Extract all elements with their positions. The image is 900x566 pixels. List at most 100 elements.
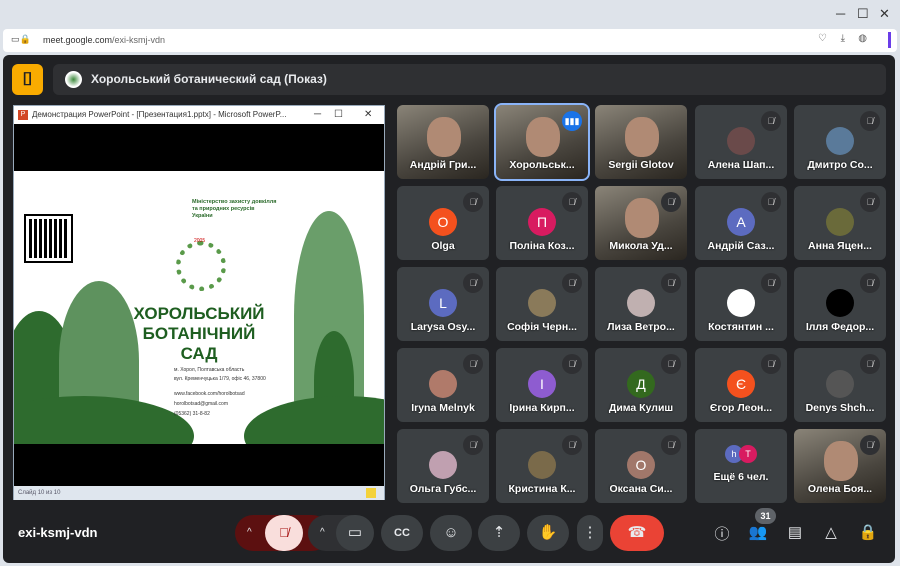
- end-call-button[interactable]: ☎: [610, 515, 664, 551]
- profile-indicator: [888, 32, 891, 48]
- participant-tile[interactable]: Андрій Гри...: [397, 105, 489, 179]
- close-window-button[interactable]: ✕: [879, 6, 890, 22]
- participant-video: [526, 117, 560, 157]
- avatar: [429, 451, 457, 479]
- hill-left: [14, 396, 194, 444]
- microphone-button[interactable]: 🎙̸: [265, 515, 303, 551]
- info-icon[interactable]: ⓘ: [712, 523, 732, 544]
- mic-muted-icon: 🎙̸: [761, 111, 781, 131]
- participant-name: Оксана Си...: [609, 483, 673, 495]
- address-line: м. Хорол, Полтавська область: [174, 367, 245, 373]
- participant-tile[interactable]: L 🎙̸ Larysa Osy...: [397, 267, 489, 341]
- mic-muted-icon: 🎙̸: [562, 435, 582, 455]
- activities-icon[interactable]: △: [821, 523, 841, 541]
- raise-hand-button[interactable]: ✋: [527, 515, 569, 551]
- mic-muted-icon: 🎙̸: [860, 435, 880, 455]
- participant-video: [625, 117, 659, 157]
- leave-door-button[interactable]: ⌷: [12, 64, 43, 95]
- participant-tile[interactable]: 🎙̸ Лиза Ветро...: [595, 267, 687, 341]
- mic-muted-icon: 🎙̸: [562, 192, 582, 212]
- participant-tile[interactable]: 🎙̸ Софія Черн...: [496, 267, 588, 341]
- presentation-window[interactable]: P Демонстрация PowerPoint - [Презентация…: [13, 105, 385, 500]
- avatar: [826, 289, 854, 317]
- participant-name: Лиза Ветро...: [607, 321, 675, 333]
- participant-name: Iryna Melnyk: [411, 402, 475, 414]
- more-vert-icon: ⋮: [582, 524, 598, 541]
- participant-name: Хорольськ...: [509, 159, 575, 171]
- avatar: [627, 289, 655, 317]
- download-icon[interactable]: ⤓: [841, 33, 845, 44]
- participant-tile[interactable]: 🎙̸ Iryna Melnyk: [397, 348, 489, 422]
- participant-name: Кристина К...: [508, 483, 576, 495]
- camera-icon: ▭: [347, 524, 363, 541]
- bookmark-icon[interactable]: ♡: [818, 33, 827, 44]
- address-bar[interactable]: ▭🔒 meet.google.com/exi-ksmj-vdn ♡ ⤓ ◍: [3, 29, 897, 52]
- participant-video: [427, 117, 461, 157]
- url-text: meet.google.com/exi-ksmj-vdn: [43, 35, 166, 45]
- captions-button[interactable]: CC: [381, 515, 423, 551]
- participant-tile[interactable]: 🎙̸ Микола Уд...: [595, 186, 687, 260]
- avatar: [528, 289, 556, 317]
- more-options-button[interactable]: ⋮: [577, 515, 603, 551]
- mic-muted-icon: 🎙̸: [661, 192, 681, 212]
- participant-tile[interactable]: П 🎙̸ Поліна Коз...: [496, 186, 588, 260]
- speaking-indicator-icon: ▮▮▮: [562, 111, 582, 131]
- emoji-button[interactable]: ☺: [430, 515, 472, 551]
- people-icon[interactable]: 👥: [748, 523, 768, 541]
- participant-tile[interactable]: 🎙̸ Анна Яцен...: [794, 186, 886, 260]
- ministry-text: Міністерство захисту довкілля та природни…: [192, 199, 277, 219]
- facebook-link: www.facebook.com/horolbotsad: [174, 391, 245, 397]
- avatar: Д: [627, 370, 655, 398]
- avatar: O: [429, 208, 457, 236]
- maximize-button[interactable]: ☐: [857, 6, 869, 22]
- meeting-title-bar: Хорольський ботаничеcкий сад (Показ): [53, 64, 886, 95]
- participant-tile[interactable]: 🎙̸ Ілля Федор...: [794, 267, 886, 341]
- avatar: [429, 370, 457, 398]
- mic-muted-icon: 🎙̸: [463, 273, 483, 293]
- chat-icon[interactable]: ▤: [785, 523, 805, 541]
- participant-name: Андрій Гри...: [409, 159, 477, 171]
- participant-name: Ещё 6 чел.: [713, 471, 769, 483]
- participant-tile[interactable]: A 🎙̸ Андрій Саз...: [695, 186, 787, 260]
- mic-muted-icon: 🎙̸: [562, 354, 582, 374]
- participant-tile[interactable]: Д 🎙̸ Дима Кулиш: [595, 348, 687, 422]
- mic-muted-icon: 🎙̸: [661, 435, 681, 455]
- mic-muted-icon: 🎙̸: [860, 192, 880, 212]
- window-title: Демонстрация PowerPoint - [Презентация1.…: [32, 110, 287, 119]
- participant-tile[interactable]: O 🎙̸ Оксана Си...: [595, 429, 687, 503]
- present-screen-icon: ⇡: [492, 524, 506, 541]
- participant-tile[interactable]: Є 🎙̸ Єгор Леон...: [695, 348, 787, 422]
- garden-logo-icon: [65, 71, 82, 88]
- participant-tile[interactable]: 🎙̸ Denys Shch...: [794, 348, 886, 422]
- mic-muted-icon: 🎙̸: [860, 273, 880, 293]
- participant-tile[interactable]: h T Ещё 6 чел.: [695, 429, 787, 503]
- participant-tile[interactable]: 🎙̸ Олена Боя...: [794, 429, 886, 503]
- participant-tile[interactable]: Sergii Glotov: [595, 105, 687, 179]
- mic-muted-icon: 🎙̸: [463, 435, 483, 455]
- participant-tile[interactable]: I 🎙̸ Ірина Кирп...: [496, 348, 588, 422]
- participant-tile[interactable]: O 🎙̸ Olga: [397, 186, 489, 260]
- garden-emblem: 2005: [176, 238, 226, 291]
- pp-close-button[interactable]: ✕: [364, 106, 372, 124]
- powerpoint-titlebar: P Демонстрация PowerPoint - [Презентация…: [14, 106, 384, 124]
- participant-tile[interactable]: 🎙̸ Дмитро Со...: [794, 105, 886, 179]
- slideshow-view-icon[interactable]: [366, 488, 376, 498]
- participant-name: Ілля Федор...: [805, 321, 875, 333]
- avatar: L: [429, 289, 457, 317]
- pp-minimize-button[interactable]: ─: [314, 106, 321, 124]
- participant-tile[interactable]: 🎙̸ Алена Шап...: [695, 105, 787, 179]
- participant-name: Ольга Губс...: [409, 483, 477, 495]
- present-button[interactable]: ⇡: [478, 515, 520, 551]
- minimize-button[interactable]: ─: [836, 6, 845, 21]
- participant-tile[interactable]: 🎙̸ Ольга Губс...: [397, 429, 489, 503]
- participant-tile[interactable]: 🎙̸ Костянтин ...: [695, 267, 787, 341]
- camera-button[interactable]: ▭: [336, 515, 374, 551]
- captions-icon: CC: [394, 527, 410, 539]
- extension-icon[interactable]: ◍: [858, 33, 867, 44]
- slide-title-line: ХОРОЛЬСЬКИЙ: [133, 304, 265, 323]
- host-controls-icon[interactable]: 🔒: [858, 523, 878, 541]
- pp-maximize-button[interactable]: ☐: [334, 106, 343, 124]
- participant-tile[interactable]: ▮▮▮ Хорольськ...: [494, 103, 590, 181]
- slide-counter: Слайд 10 из 10: [18, 490, 61, 496]
- participant-tile[interactable]: 🎙̸ Кристина К...: [496, 429, 588, 503]
